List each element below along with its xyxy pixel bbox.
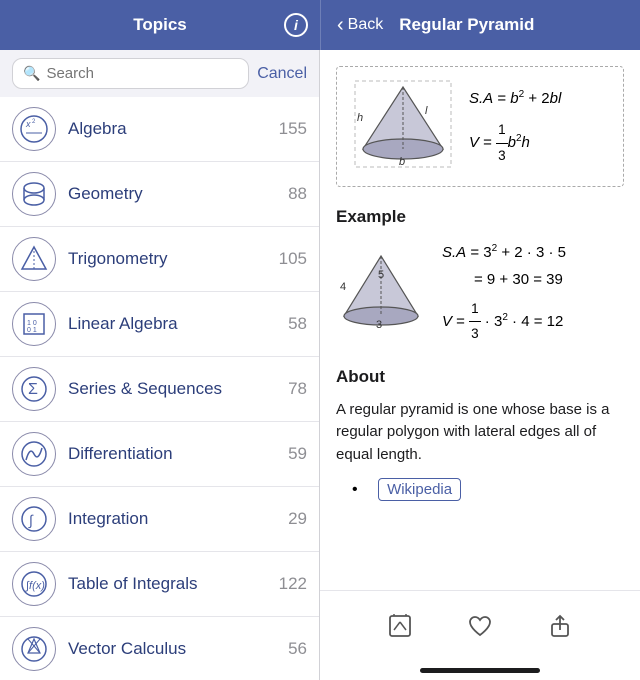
table-integrals-icon: ∫f(x) [12,562,56,606]
search-icon: 🔍 [23,65,40,82]
list-item[interactable]: Trigonometry 105 [0,227,319,292]
example-box: 4 5 3 S.A = 32 + 2 · 3 · 5 = 9 + 30 = 39… [336,239,624,347]
list-item[interactable]: ∫ Integration 29 [0,487,319,552]
svg-text:h: h [357,112,363,124]
right-content: h l b S.A = b2 + 2bl V = 13b2h Example [320,50,640,590]
series-icon: Σ [12,367,56,411]
about-text: A regular pyramid is one whose base is a… [336,399,624,467]
list-item[interactable]: ∫f(x) Table of Integrals 122 [0,552,319,617]
trigonometry-icon [12,237,56,281]
formula-box: h l b S.A = b2 + 2bl V = 13b2h [336,66,624,187]
right-panel: h l b S.A = b2 + 2bl V = 13b2h Example [320,50,640,680]
svg-text:x: x [25,119,31,129]
vector-calculus-icon [12,627,56,671]
topic-name: Table of Integrals [68,574,279,594]
list-item[interactable]: Σ Series & Sequences 78 [0,357,319,422]
search-input-wrap[interactable]: 🔍 [12,58,249,89]
topic-count: 29 [288,509,307,529]
svg-text:Σ: Σ [28,381,38,398]
differentiation-icon [12,432,56,476]
left-header: Topics i [0,0,320,50]
geometry-icon [12,172,56,216]
example-diagram: 4 5 3 [336,250,426,335]
topic-count: 56 [288,639,307,659]
edit-button[interactable] [386,612,414,640]
svg-text:3: 3 [376,319,382,330]
topic-name: Differentiation [68,444,288,464]
topic-count: 78 [288,379,307,399]
back-button[interactable]: ‹ Back [337,14,383,37]
svg-text:l: l [425,105,428,117]
main-content: 🔍 Cancel x 2 Algebra 155 [0,50,640,680]
topic-name: Geometry [68,184,288,204]
app-header: Topics i ‹ Back Regular Pyramid [0,0,640,50]
back-label: Back [348,16,384,34]
pyramid-diagram: h l b [353,79,453,174]
topic-count: 155 [279,119,307,139]
svg-text:0 1: 0 1 [27,327,37,334]
svg-text:2: 2 [32,119,36,125]
svg-text:∫f(x): ∫f(x) [25,580,45,592]
topic-list: x 2 Algebra 155 G [0,97,319,680]
topic-name: Integration [68,509,288,529]
linear-algebra-icon: 1 0 0 1 [12,302,56,346]
chevron-left-icon: ‹ [337,14,344,37]
bottom-toolbar [320,590,640,660]
list-item[interactable]: x 2 Algebra 155 [0,97,319,162]
home-indicator [320,660,640,680]
topic-count: 58 [288,314,307,334]
topics-title: Topics [133,15,187,35]
svg-text:4: 4 [340,281,346,293]
topic-count: 122 [279,574,307,594]
list-item[interactable]: Vector Calculus 56 [0,617,319,680]
svg-text:1 0: 1 0 [27,320,37,327]
algebra-icon: x 2 [12,107,56,151]
page-title: Regular Pyramid [399,15,534,35]
home-bar [420,668,540,673]
cancel-button[interactable]: Cancel [257,65,307,83]
list-item[interactable]: Differentiation 59 [0,422,319,487]
topic-name: Linear Algebra [68,314,288,334]
topic-count: 105 [279,249,307,269]
topic-name: Trigonometry [68,249,279,269]
topic-name: Vector Calculus [68,639,288,659]
svg-text:∫: ∫ [28,512,34,529]
list-item[interactable]: Geometry 88 [0,162,319,227]
topic-count: 59 [288,444,307,464]
svg-text:b: b [399,156,405,168]
about-label: About [336,367,624,387]
right-header: ‹ Back Regular Pyramid [320,0,640,50]
topic-count: 88 [288,184,307,204]
example-label: Example [336,207,624,227]
info-button[interactable]: i [284,13,308,37]
search-bar: 🔍 Cancel [0,50,319,97]
list-item[interactable]: 1 0 0 1 Linear Algebra 58 [0,292,319,357]
left-panel: 🔍 Cancel x 2 Algebra 155 [0,50,320,680]
topic-name: Algebra [68,119,279,139]
favorite-button[interactable] [466,612,494,640]
topic-name: Series & Sequences [68,379,288,399]
svg-text:5: 5 [378,269,384,281]
example-math: S.A = 32 + 2 · 3 · 5 = 9 + 30 = 39 V = 1… [442,239,566,347]
search-input[interactable] [46,65,238,82]
share-button[interactable] [546,612,574,640]
integration-icon: ∫ [12,497,56,541]
wikipedia-link[interactable]: Wikipedia [378,478,461,501]
formula-text: S.A = b2 + 2bl V = 13b2h [469,85,561,168]
